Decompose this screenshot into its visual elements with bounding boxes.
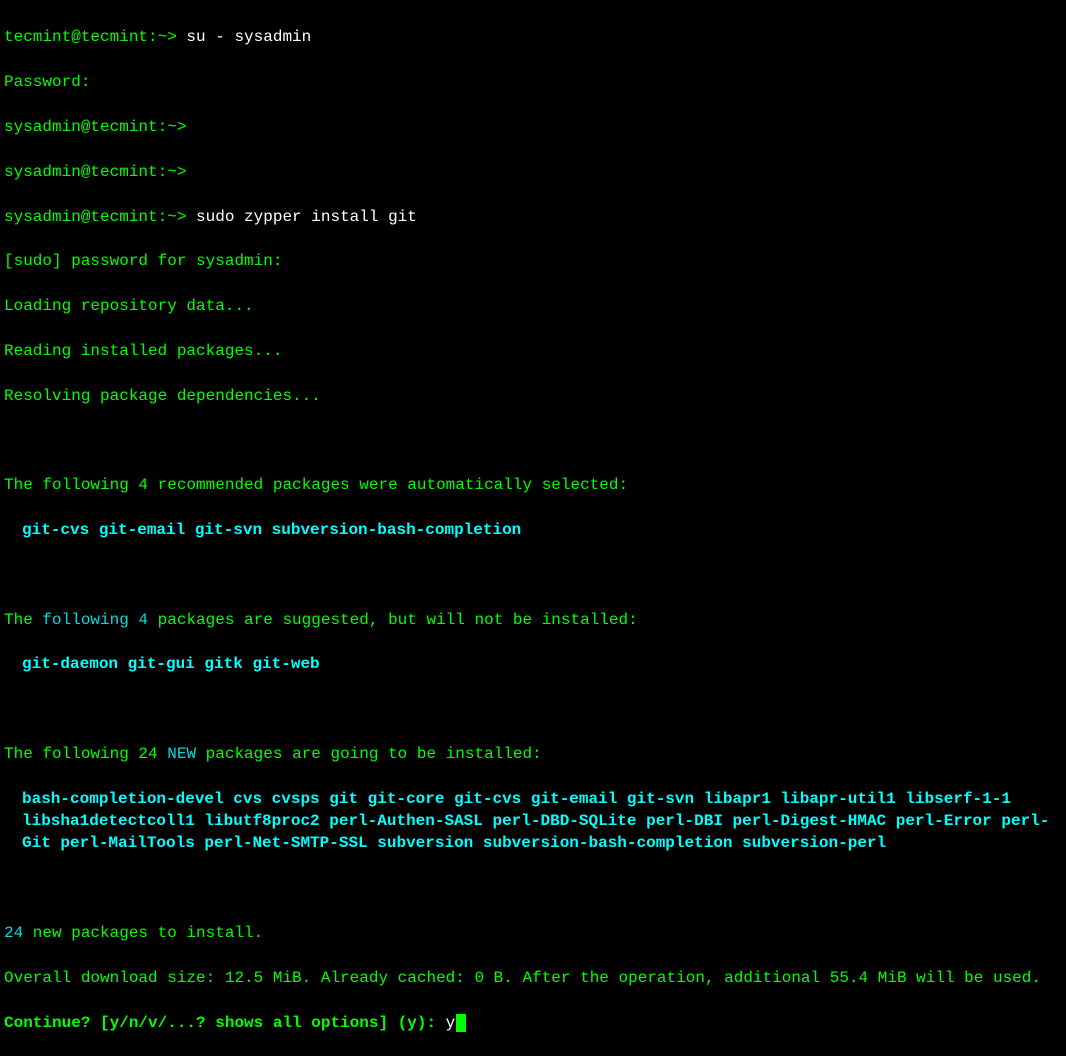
new-header-c: packages are going to be installed: <box>196 745 542 763</box>
reading-packages: Reading installed packages... <box>4 340 1062 362</box>
suggested-packages: git-daemon git-gui gitk git-web <box>4 653 1062 675</box>
resolving-deps: Resolving package dependencies... <box>4 385 1062 407</box>
suggested-header-c: packages are suggested, but will not be … <box>148 611 638 629</box>
prompt-sysadmin-3: sysadmin@tecmint:~> <box>4 208 186 226</box>
recommended-header: The following 4 recommended packages wer… <box>4 474 1062 496</box>
prompt-sysadmin-1: sysadmin@tecmint:~> <box>4 116 1062 138</box>
prompt-tecmint: tecmint@tecmint:~> <box>4 28 177 46</box>
cursor-icon <box>456 1014 466 1032</box>
continue-input[interactable]: y <box>446 1014 456 1032</box>
continue-prompt: Continue? [y/n/v/...? shows all options]… <box>4 1014 446 1032</box>
loading-repo: Loading repository data... <box>4 295 1062 317</box>
install-text: new packages to install. <box>23 924 263 942</box>
recommended-packages: git-cvs git-email git-svn subversion-bas… <box>4 519 1062 541</box>
prompt-sysadmin-2: sysadmin@tecmint:~> <box>4 161 1062 183</box>
suggested-header-a: The <box>4 611 42 629</box>
password-prompt: Password: <box>4 71 1062 93</box>
new-header-a: The following 24 <box>4 745 167 763</box>
new-header-b: NEW <box>167 745 196 763</box>
terminal[interactable]: tecmint@tecmint:~> su - sysadmin Passwor… <box>4 4 1062 1056</box>
cmd-su: su - sysadmin <box>177 28 311 46</box>
sudo-password: [sudo] password for sysadmin: <box>4 250 1062 272</box>
new-packages: bash-completion-devel cvs cvsps git git-… <box>4 788 1062 855</box>
download-size: Overall download size: 12.5 MiB. Already… <box>4 967 1062 989</box>
cmd-zypper: sudo zypper install git <box>186 208 416 226</box>
install-count: 24 <box>4 924 23 942</box>
suggested-header-b: following 4 <box>42 611 148 629</box>
